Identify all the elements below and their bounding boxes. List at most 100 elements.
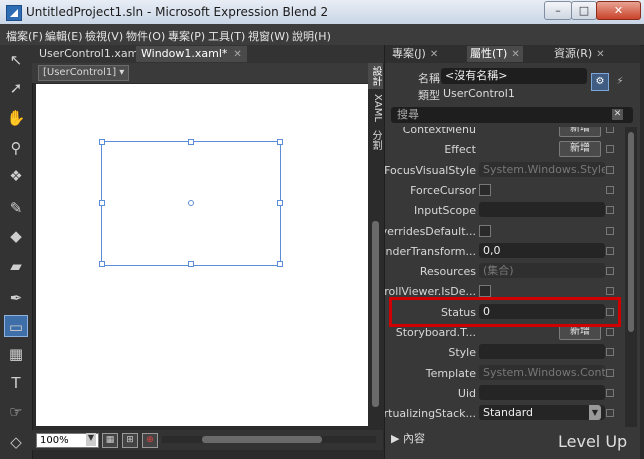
zoom-tool-icon[interactable]: ⚲ xyxy=(4,137,28,159)
menu-window[interactable]: 視窗(W) xyxy=(248,28,289,44)
advanced-options-icon[interactable] xyxy=(606,127,614,133)
property-value-field[interactable]: System.Windows.Contro... xyxy=(479,364,605,380)
close-tab-icon[interactable]: ✕ xyxy=(430,49,438,60)
menu-project[interactable]: 專案(P) xyxy=(168,28,205,44)
resize-handle[interactable] xyxy=(188,261,194,267)
events-view-icon[interactable]: ⚡ xyxy=(611,73,629,91)
menu-view[interactable]: 檢視(V) xyxy=(85,28,123,44)
property-value-field[interactable] xyxy=(479,384,605,400)
direct-select-tool-icon[interactable]: ➚ xyxy=(4,77,28,99)
property-value-field[interactable] xyxy=(479,344,605,360)
property-checkbox[interactable] xyxy=(479,183,491,196)
tab-label: Window1.xaml* xyxy=(141,47,228,60)
grid-toggle-icon[interactable]: ▦ xyxy=(102,433,118,448)
menu-tools[interactable]: 工具(T) xyxy=(208,28,245,44)
scroll-thumb[interactable] xyxy=(202,436,322,443)
properties-panel: 專案(J) ✕ 屬性(T) ✕ 資源(R) ✕ 名稱 <沒有名稱> 類型 UserCo… xyxy=(384,45,640,459)
rectangle-tool-icon[interactable]: ▭ xyxy=(4,315,28,337)
scroll-thumb[interactable] xyxy=(628,132,634,332)
advanced-options-icon[interactable] xyxy=(606,287,614,296)
property-value-field[interactable]: System.Windows.Style xyxy=(479,161,605,177)
property-checkbox[interactable] xyxy=(479,285,491,298)
advanced-options-icon[interactable] xyxy=(606,206,614,215)
center-point[interactable] xyxy=(188,200,194,206)
new-value-button[interactable]: 新增 xyxy=(559,127,601,137)
close-tab-icon[interactable]: ✕ xyxy=(596,49,604,60)
advanced-options-icon[interactable] xyxy=(606,226,614,235)
property-name: Style xyxy=(448,346,476,360)
minimize-button[interactable]: – xyxy=(544,1,572,20)
property-value-field[interactable]: 0,0 xyxy=(479,242,605,258)
asset-library-icon[interactable]: ◇ xyxy=(4,431,28,453)
resize-handle[interactable] xyxy=(277,139,283,145)
property-value-field[interactable]: Standard xyxy=(479,405,605,421)
name-field[interactable]: <沒有名稱> xyxy=(441,68,587,84)
advanced-options-icon[interactable] xyxy=(606,328,614,336)
resize-handle[interactable] xyxy=(277,200,283,206)
scroll-thumb[interactable] xyxy=(372,221,379,407)
close-tab-icon[interactable]: ✕ xyxy=(511,49,519,60)
tab-window1[interactable]: Window1.xaml* ✕ xyxy=(136,46,247,62)
control-tool-icon[interactable]: ☞ xyxy=(4,401,28,423)
advanced-options-icon[interactable] xyxy=(606,348,614,357)
artboard[interactable] xyxy=(36,84,368,426)
artboard-horizontal-scrollbar[interactable] xyxy=(162,436,376,443)
advanced-options-icon[interactable] xyxy=(606,165,614,174)
paint-bucket-tool-icon[interactable]: ◆ xyxy=(4,225,28,247)
tab-xaml[interactable]: XAML xyxy=(368,91,383,125)
snap-grid-icon[interactable]: ⊞ xyxy=(122,433,138,448)
advanced-options-icon[interactable] xyxy=(606,368,614,377)
pen-tool-icon[interactable]: ✒ xyxy=(4,287,28,309)
pan-tool-icon[interactable]: ✋ xyxy=(4,107,28,129)
tab-usercontrol1[interactable]: UserControl1.xaml xyxy=(34,46,146,62)
selection-tool-icon[interactable]: ↖ xyxy=(4,49,28,71)
tab-design[interactable]: 設計 xyxy=(368,63,383,89)
property-value-field[interactable] xyxy=(479,202,605,218)
watermark: Level Up xyxy=(558,432,628,451)
resize-handle[interactable] xyxy=(99,261,105,267)
resize-handle[interactable] xyxy=(99,139,105,145)
menu-help[interactable]: 說明(H) xyxy=(292,28,331,44)
clear-search-icon[interactable]: ✕ xyxy=(612,109,623,120)
property-value-field[interactable]: (集合) xyxy=(479,263,605,279)
new-value-button[interactable]: 新增 xyxy=(559,141,601,158)
grid-tool-icon[interactable]: ▦ xyxy=(4,343,28,365)
eyedropper-tool-icon[interactable]: ✎ xyxy=(4,197,28,219)
property-name: Effect xyxy=(444,143,476,157)
snap-lines-icon[interactable]: ⊕ xyxy=(142,433,158,448)
tab-properties[interactable]: 屬性(T) ✕ xyxy=(467,46,523,62)
resize-handle[interactable] xyxy=(277,261,283,267)
chevron-down-icon[interactable]: ▼ xyxy=(589,405,601,421)
brush-tool-icon[interactable]: ▰ xyxy=(4,255,28,277)
advanced-options-icon[interactable] xyxy=(606,185,614,194)
advanced-options-icon[interactable] xyxy=(606,388,614,397)
property-name: OverridesDefault... xyxy=(385,224,476,238)
resize-handle[interactable] xyxy=(188,139,194,145)
close-tab-icon[interactable]: ✕ xyxy=(233,49,241,60)
tab-split[interactable]: 分割 xyxy=(368,127,383,153)
property-checkbox[interactable] xyxy=(479,224,491,237)
properties-view-icon[interactable]: ⚙ xyxy=(591,73,609,91)
text-tool-icon[interactable]: T xyxy=(4,372,28,394)
maximize-button[interactable]: □ xyxy=(571,1,597,20)
selected-element[interactable] xyxy=(99,139,283,267)
advanced-options-icon[interactable] xyxy=(606,246,614,255)
breadcrumb[interactable]: [UserControl1] ▾ xyxy=(38,65,130,81)
advanced-options-icon[interactable] xyxy=(606,267,614,276)
advanced-options-icon[interactable] xyxy=(606,409,614,418)
property-name: VirtualizingStack... xyxy=(385,407,476,421)
resize-handle[interactable] xyxy=(99,200,105,206)
close-button[interactable]: ✕ xyxy=(596,1,641,20)
menu-object[interactable]: 物件(O) xyxy=(126,28,165,44)
menu-file[interactable]: 檔案(F) xyxy=(6,28,43,44)
search-input[interactable]: 搜尋 xyxy=(391,107,633,123)
camera-orbit-tool-icon[interactable]: ❖ xyxy=(4,165,28,187)
property-name: RenderTransform... xyxy=(385,244,476,258)
properties-scrollbar[interactable] xyxy=(625,127,637,427)
chevron-down-icon[interactable]: ▼ xyxy=(86,433,96,446)
tab-resources[interactable]: 資源(R) ✕ xyxy=(551,46,608,62)
section-content-header[interactable]: ▶ 內容 xyxy=(391,430,425,446)
tab-project[interactable]: 專案(J) ✕ xyxy=(389,46,441,62)
advanced-options-icon[interactable] xyxy=(606,145,614,154)
menu-edit[interactable]: 編輯(E) xyxy=(45,28,83,44)
